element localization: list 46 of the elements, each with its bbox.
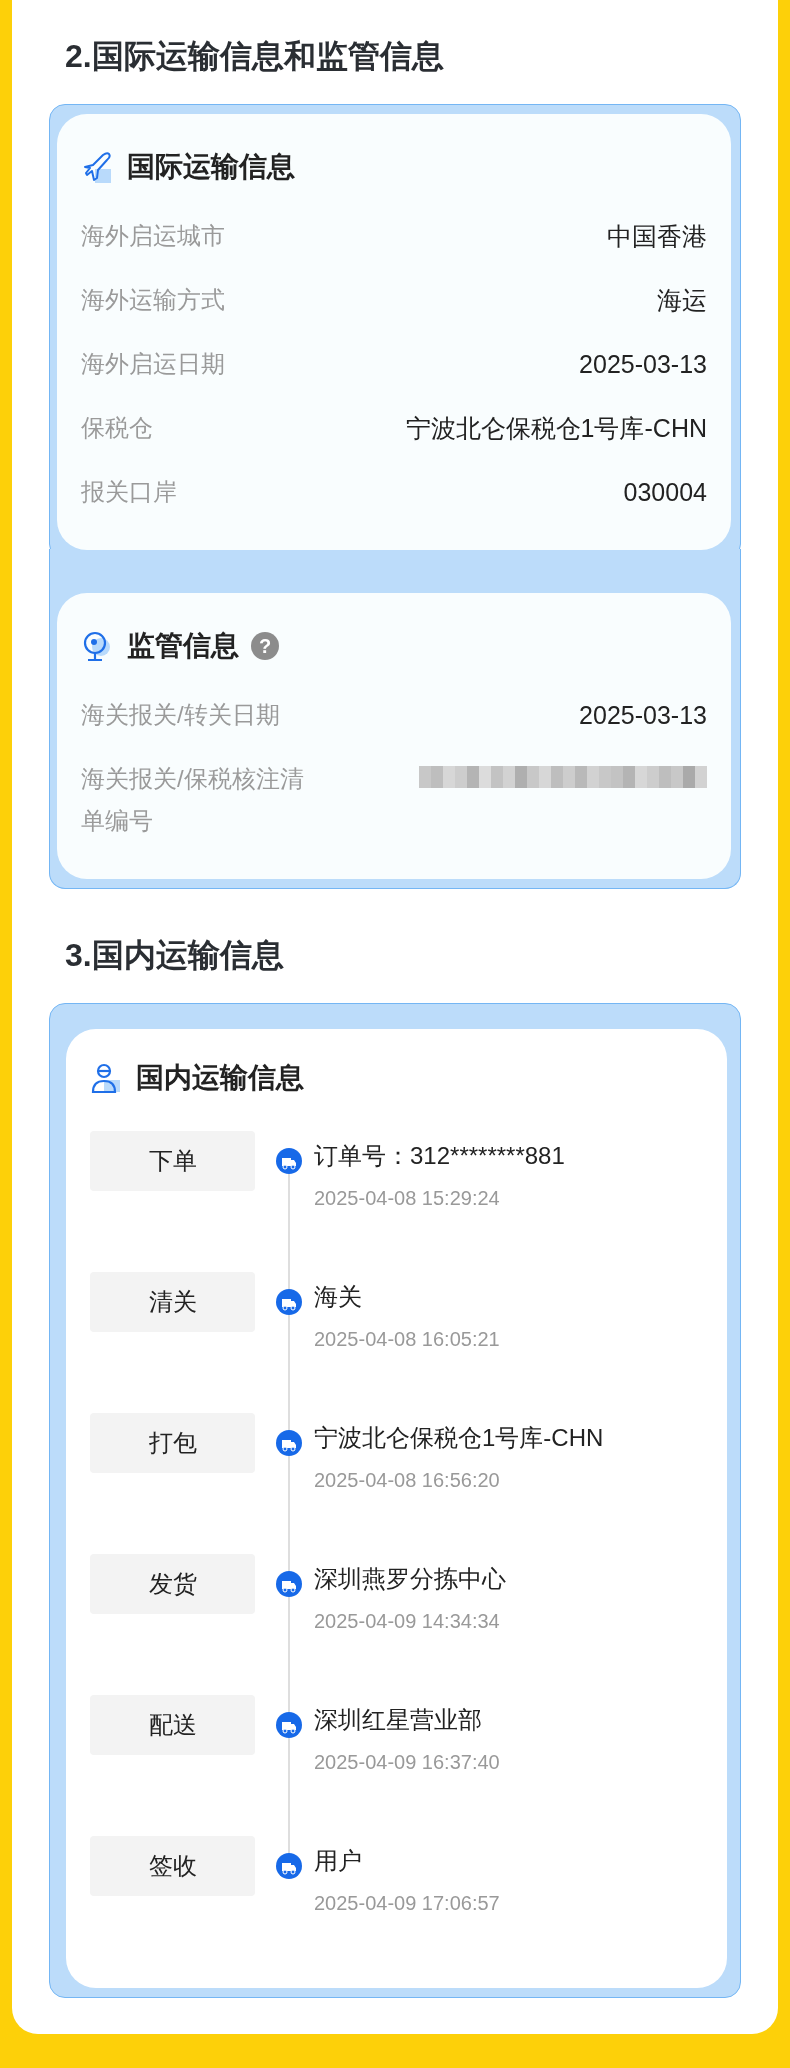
step-label: 签收: [90, 1836, 255, 1896]
field-label: 海外启运城市: [81, 221, 225, 251]
event-time: 2025-04-09 16:37:40: [314, 1751, 500, 1774]
card-title: 国际运输信息: [127, 150, 295, 184]
event-time: 2025-04-08 16:05:21: [314, 1328, 500, 1351]
step-label: 配送: [90, 1695, 255, 1755]
event-time: 2025-04-08 15:29:24: [314, 1187, 501, 1210]
section-heading: 3.国内运输信息: [65, 936, 285, 975]
truck-icon: [276, 1571, 302, 1597]
person-icon: [90, 1062, 122, 1094]
truck-icon: [276, 1289, 302, 1315]
section-heading: 2.国际运输信息和监管信息: [65, 37, 445, 76]
step-label: 清关: [90, 1272, 255, 1332]
event-time: 2025-04-09 17:06:57: [314, 1892, 500, 1915]
field-value: 中国香港: [607, 221, 707, 252]
step-label: 打包: [90, 1413, 255, 1473]
event-time: 2025-04-08 16:56:20: [314, 1469, 501, 1492]
truck-icon: [276, 1430, 302, 1456]
field-value: 宁波北仑保税仓1号库-CHN: [405, 413, 707, 444]
event-place: 订单号：312********881: [314, 1141, 565, 1171]
field-label: 海外运输方式: [81, 285, 225, 315]
field-value: 2025-03-13: [579, 700, 707, 731]
webcam-icon: [81, 630, 113, 662]
event-place: 用户: [314, 1846, 363, 1876]
field-value: 2025-03-13: [579, 349, 707, 380]
field-label: 保税仓: [81, 413, 153, 443]
field-label: 海外启运日期: [81, 349, 225, 379]
truck-icon: [276, 1853, 302, 1879]
plane-icon: [81, 151, 113, 183]
field-label: 报关口岸: [81, 477, 177, 507]
event-place: 宁波北仑保税仓1号库-CHN: [314, 1423, 604, 1453]
step-label: 下单: [90, 1131, 255, 1191]
help-icon: ?: [251, 632, 279, 660]
step-label: 发货: [90, 1554, 255, 1614]
field-value: 海运: [657, 285, 707, 316]
event-place: 海关: [314, 1282, 363, 1312]
event-place: 深圳燕罗分拣中心: [314, 1564, 506, 1594]
truck-icon: [276, 1148, 302, 1174]
event-time: 2025-04-09 14:34:34: [314, 1610, 501, 1633]
card-title: 监管信息: [127, 629, 239, 663]
card-title: 国内运输信息: [136, 1061, 304, 1095]
field-label: 海关报关/保税核注清单编号: [81, 764, 305, 836]
event-place: 深圳红星营业部: [314, 1705, 483, 1735]
truck-icon: [276, 1712, 302, 1738]
field-value: 030004: [623, 477, 707, 508]
field-label: 海关报关/转关日期: [81, 700, 280, 730]
